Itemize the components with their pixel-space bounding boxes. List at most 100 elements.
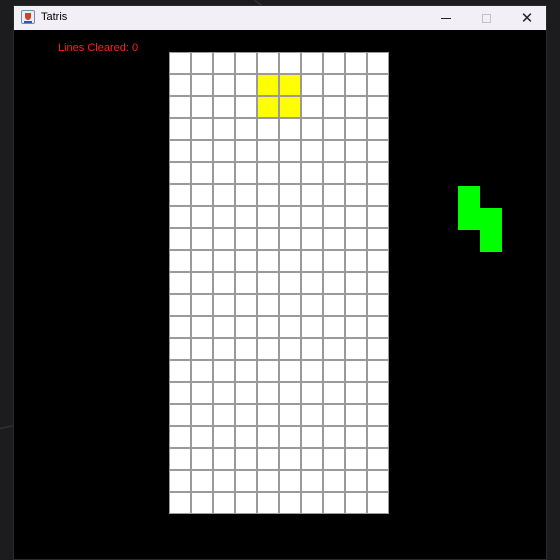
board-cell <box>323 250 345 272</box>
board-cell <box>191 250 213 272</box>
board-cell <box>301 492 323 514</box>
board-cell <box>169 250 191 272</box>
close-button[interactable]: ✕ <box>507 6 547 30</box>
board-cell <box>191 228 213 250</box>
game-board <box>169 52 393 521</box>
board-cell <box>235 338 257 360</box>
board-cell <box>323 382 345 404</box>
board-cell <box>213 404 235 426</box>
board-cell <box>169 206 191 228</box>
maximize-icon <box>481 13 491 23</box>
board-cell <box>279 162 301 184</box>
board-cell <box>191 404 213 426</box>
board-cell <box>169 404 191 426</box>
board-cell <box>367 228 389 250</box>
board-cell <box>235 184 257 206</box>
board-cell <box>345 470 367 492</box>
board-cell <box>279 184 301 206</box>
board-cell <box>257 338 279 360</box>
board-cell <box>367 184 389 206</box>
board-cell <box>301 140 323 162</box>
board-cell <box>367 162 389 184</box>
board-cell <box>235 272 257 294</box>
board-cell <box>169 52 191 74</box>
board-cell <box>235 316 257 338</box>
board-cell <box>213 294 235 316</box>
board-cell <box>213 52 235 74</box>
board-cell <box>323 118 345 140</box>
board-cell <box>323 140 345 162</box>
board-cell <box>301 360 323 382</box>
board-cell <box>301 294 323 316</box>
board-cell <box>301 338 323 360</box>
board-cell <box>213 228 235 250</box>
board-cell <box>301 206 323 228</box>
board-cell <box>367 492 389 514</box>
maximize-button[interactable] <box>466 6 506 30</box>
board-cell <box>169 492 191 514</box>
board-cell <box>279 140 301 162</box>
board-cell <box>257 426 279 448</box>
board-cell <box>257 360 279 382</box>
board-cell <box>191 448 213 470</box>
board-cell <box>367 294 389 316</box>
active-piece-block <box>257 96 279 118</box>
board-cell <box>213 426 235 448</box>
app-window: Tatris ✕ Lines Cleared: 0 <box>13 5 547 560</box>
board-cell <box>301 184 323 206</box>
board-cell <box>191 118 213 140</box>
minimize-icon <box>441 17 451 19</box>
window-title: Tatris <box>41 11 68 23</box>
board-cell <box>345 250 367 272</box>
active-piece-block <box>257 74 279 96</box>
board-cell <box>367 448 389 470</box>
board-cell <box>279 250 301 272</box>
board-cell <box>257 118 279 140</box>
board-cell <box>213 206 235 228</box>
board-cell <box>345 140 367 162</box>
next-piece-preview <box>458 186 502 252</box>
board-cell <box>301 118 323 140</box>
board-cell <box>191 272 213 294</box>
board-cell <box>323 228 345 250</box>
board-cell <box>345 118 367 140</box>
board-cell <box>301 162 323 184</box>
next-piece-block <box>458 208 480 230</box>
board-cell <box>191 316 213 338</box>
board-cell <box>367 140 389 162</box>
board-cell <box>323 470 345 492</box>
board-cell <box>257 52 279 74</box>
board-cell <box>345 74 367 96</box>
board-cell <box>235 52 257 74</box>
board-cell <box>191 492 213 514</box>
minimize-button[interactable] <box>426 6 466 30</box>
board-cell <box>345 206 367 228</box>
board-cell <box>367 360 389 382</box>
board-cell <box>301 250 323 272</box>
board-cell <box>323 96 345 118</box>
board-cell <box>213 360 235 382</box>
board-cell <box>257 228 279 250</box>
board-cell <box>191 74 213 96</box>
next-piece-block <box>480 230 502 252</box>
board-cell <box>169 228 191 250</box>
board-cell <box>235 250 257 272</box>
board-cell <box>301 382 323 404</box>
board-cell <box>301 96 323 118</box>
game-canvas[interactable]: Lines Cleared: 0 <box>14 30 546 559</box>
board-cell <box>235 96 257 118</box>
board-cell <box>191 426 213 448</box>
board-cell <box>367 74 389 96</box>
board-cell <box>191 162 213 184</box>
board-cell <box>235 382 257 404</box>
board-cell <box>235 426 257 448</box>
board-cell <box>169 360 191 382</box>
board-cell <box>257 316 279 338</box>
board-cell <box>169 294 191 316</box>
board-cell <box>367 470 389 492</box>
title-bar[interactable]: Tatris ✕ <box>14 6 546 31</box>
board-cell <box>213 74 235 96</box>
board-cell <box>213 140 235 162</box>
board-cell <box>367 404 389 426</box>
board-cell <box>345 228 367 250</box>
